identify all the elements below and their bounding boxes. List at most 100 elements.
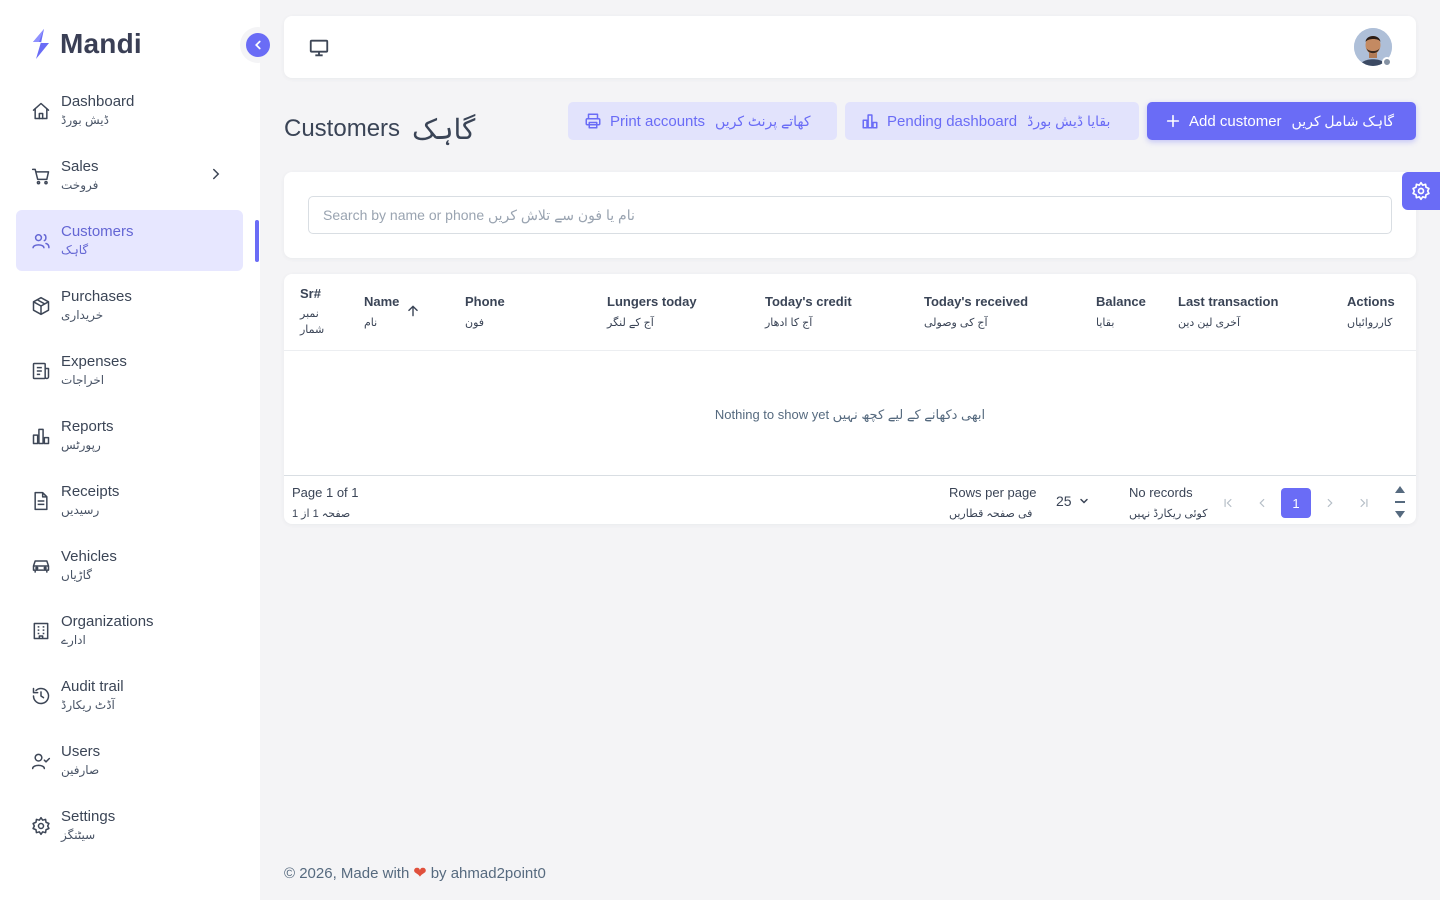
last-page-button[interactable] <box>1349 488 1379 518</box>
building-icon <box>30 620 52 642</box>
rows-per-page-ur: فی صفحہ قطاریں <box>949 508 1033 520</box>
column-label: Last transaction <box>1178 294 1279 309</box>
monitor-icon[interactable] <box>308 37 330 64</box>
records-info-ur: کوئی ریکارڈ نہیں <box>1129 508 1208 520</box>
column-header-last-transaction[interactable]: Last transaction آخری لین دین <box>1178 293 1278 332</box>
column-label: Balance <box>1096 294 1146 309</box>
column-header-sr[interactable]: Sr# نمبر شمار <box>300 285 340 338</box>
sidebar-item-label-ur: ادارے <box>61 632 86 647</box>
pending-dashboard-button[interactable]: Pending dashboard بقایا ڈیش بورڈ <box>845 102 1139 140</box>
page-info-ur: صفحہ 1 از 1 <box>292 508 351 520</box>
brand-name: Mandi <box>60 28 142 59</box>
sidebar-item-label: Customers <box>61 222 134 240</box>
chevron-right-icon <box>207 165 225 188</box>
chevrons-first-icon <box>1221 496 1235 510</box>
prev-page-button[interactable] <box>1247 488 1277 518</box>
column-header-phone[interactable]: Phone فون <box>465 293 505 332</box>
chevron-left-icon <box>1255 496 1269 510</box>
gear-icon <box>30 815 52 837</box>
table-header: Sr# نمبر شمار Name نام Phone فون Lungers… <box>284 274 1416 351</box>
sidebar-item-label-ur: خریداری <box>61 307 104 322</box>
column-label-ur: فون <box>465 317 485 329</box>
customizer-toggle-button[interactable] <box>1402 172 1440 210</box>
column-label-ur: کارروائیاں <box>1347 317 1393 329</box>
sidebar-item-customers[interactable]: Customers گاہک <box>16 210 243 271</box>
bar-chart-icon <box>30 425 52 447</box>
sidebar-item-expenses[interactable]: Expenses اخراجات <box>16 340 243 401</box>
sidebar-item-reports[interactable]: Reports رپورٹس <box>16 405 243 466</box>
column-header-todays-credit[interactable]: Today's credit آج کا ادھار <box>765 293 852 332</box>
column-header-balance[interactable]: Balance بقایا <box>1096 293 1146 332</box>
search-card: Search by name or phone نام یا فون سے تل… <box>284 172 1416 258</box>
first-page-button[interactable] <box>1213 488 1243 518</box>
brand[interactable]: Mandi <box>30 26 142 62</box>
sidebar-item-receipts[interactable]: Receipts رسیدیں <box>16 470 243 531</box>
sort-ascending-icon[interactable] <box>406 304 420 323</box>
sidebar-item-label-ur: رسیدیں <box>61 502 100 517</box>
sidebar-item-label-ur: اخراجات <box>61 372 105 387</box>
footer-suffix[interactable]: by ahmad2point0 <box>431 865 546 882</box>
caret-up-icon <box>1395 486 1405 493</box>
search-input[interactable]: Search by name or phone نام یا فون سے تل… <box>308 196 1392 234</box>
sidebar-item-label: Reports <box>61 417 114 435</box>
column-label-ur: آج کا ادھار <box>765 317 813 329</box>
column-header-todays-received[interactable]: Today's received آج کی وصولی <box>924 293 1028 332</box>
sidebar-item-label: Audit trail <box>61 677 124 695</box>
car-icon <box>30 555 52 577</box>
heart-icon: ❤ <box>413 865 427 882</box>
rows-per-page-value: 25 <box>1056 493 1072 509</box>
print-accounts-button[interactable]: Print accounts کھاتے پرنٹ کریں <box>568 102 837 140</box>
sidebar-item-vehicles[interactable]: Vehicles گاڑیاں <box>16 535 243 596</box>
rows-per-page-select[interactable]: 25 <box>1056 493 1090 509</box>
column-label-ur: آخری لین دین <box>1178 317 1241 329</box>
brand-logo-icon <box>33 29 49 59</box>
sidebar-item-label: Vehicles <box>61 547 117 565</box>
column-header-lungers-today[interactable]: Lungers today آج کے لنگر <box>607 293 697 332</box>
sidebar-collapse-button[interactable] <box>240 27 276 63</box>
sidebar-item-label: Purchases <box>61 287 132 305</box>
cart-icon <box>30 165 52 187</box>
sidebar-nav: Dashboard ڈیش بورڈ Sales فروخت Customers گا… <box>16 80 243 860</box>
bar-chart-icon <box>861 112 879 130</box>
column-label-ur: آج کے لنگر <box>607 317 654 329</box>
sidebar-item-label-ur: ڈیش بورڈ <box>61 112 109 127</box>
column-label-ur: بقایا <box>1096 317 1115 329</box>
sidebar-item-label-ur: صارفین <box>61 762 100 777</box>
page-info-en: Page 1 of 1 <box>292 485 359 500</box>
top-navbar <box>284 16 1416 78</box>
sidebar-item-purchases[interactable]: Purchases خریداری <box>16 275 243 336</box>
sidebar-item-settings[interactable]: Settings سیٹنگز <box>16 795 243 856</box>
drag-handle-icon <box>1395 501 1405 503</box>
add-customer-button[interactable]: Add customer گاہک شامل کریں <box>1147 102 1416 140</box>
chevrons-last-icon <box>1357 496 1371 510</box>
sidebar-item-sales[interactable]: Sales فروخت <box>16 145 243 206</box>
scroll-stepper[interactable] <box>1394 486 1406 518</box>
page-info: Page 1 of 1 صفحہ 1 از 1 <box>292 485 359 522</box>
column-label-ur: نمبر شمار <box>300 308 325 336</box>
sidebar-item-label-ur: رپورٹس <box>61 437 101 452</box>
column-label: Today's credit <box>765 294 852 309</box>
sidebar-item-audit-trail[interactable]: Audit trail آڈٹ ریکارڈ <box>16 665 243 726</box>
home-icon <box>30 100 52 122</box>
sidebar-item-label-ur: آڈٹ ریکارڈ <box>61 697 115 712</box>
sidebar-item-label-ur: فروخت <box>61 177 99 192</box>
column-label: Actions <box>1347 294 1395 309</box>
sidebar-item-users[interactable]: Users صارفین <box>16 730 243 791</box>
add-customer-label: Add customer <box>1189 112 1282 130</box>
active-indicator <box>255 220 259 262</box>
next-page-button[interactable] <box>1315 488 1345 518</box>
column-label: Name <box>364 294 400 309</box>
sidebar-item-label-ur: گاڑیاں <box>61 567 92 582</box>
sidebar-item-organizations[interactable]: Organizations ادارے <box>16 600 243 661</box>
sidebar-item-dashboard[interactable]: Dashboard ڈیش بورڈ <box>16 80 243 141</box>
page-button-current[interactable]: 1 <box>1281 488 1311 518</box>
column-header-actions: Actions کارروائیاں <box>1347 293 1395 332</box>
column-header-name[interactable]: Name نام <box>364 293 399 332</box>
gear-icon <box>1411 181 1431 201</box>
history-icon <box>30 685 52 707</box>
sidebar-item-label-ur: سیٹنگز <box>61 827 96 842</box>
column-label: Sr# <box>300 286 321 301</box>
empty-state-text: Nothing to show yet ابھی دکھانے کے لیے ک… <box>714 407 986 422</box>
pending-dashboard-label-ur: بقایا ڈیش بورڈ <box>1027 112 1111 129</box>
page-title-ur: گاہک <box>412 112 476 146</box>
